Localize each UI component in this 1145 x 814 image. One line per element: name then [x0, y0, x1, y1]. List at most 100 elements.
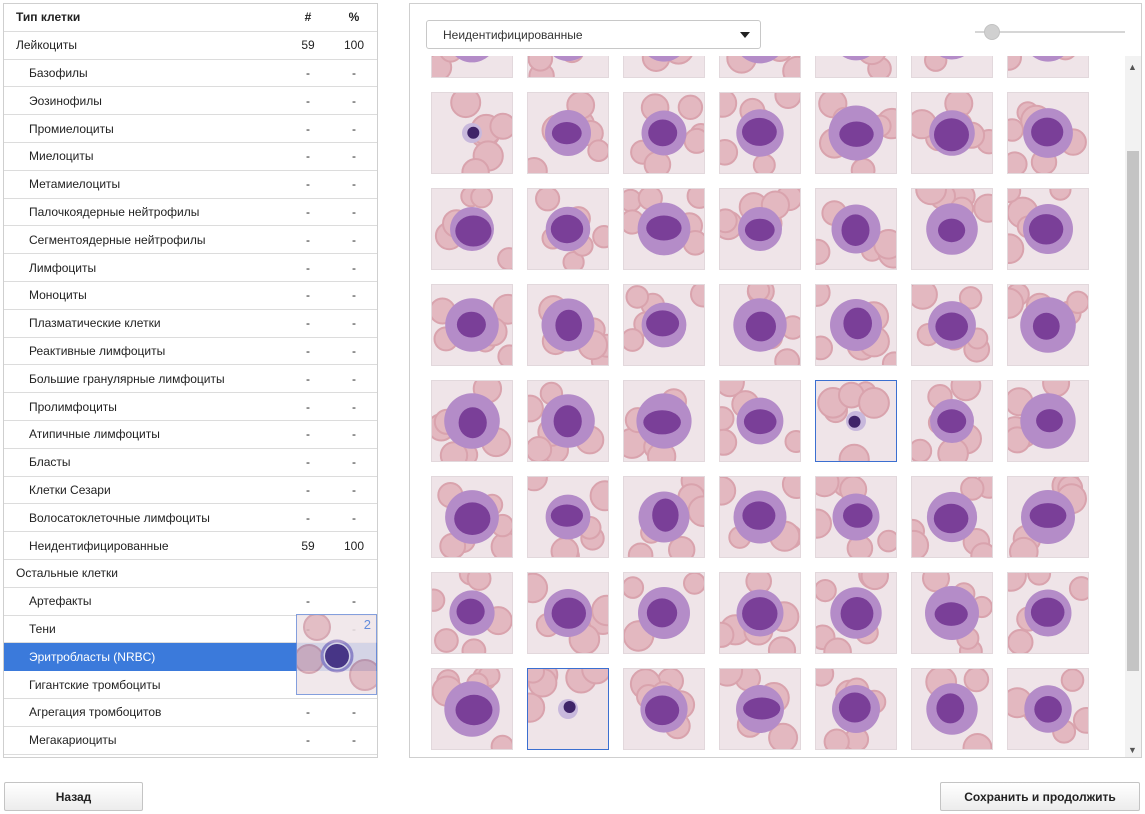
cell-thumbnail[interactable] — [911, 284, 993, 366]
table-row[interactable]: Реактивные лимфоциты - - — [4, 338, 377, 366]
table-row[interactable]: Бласты - - — [4, 449, 377, 477]
cell-thumbnail[interactable] — [1007, 188, 1089, 270]
cell-thumbnail[interactable] — [431, 668, 513, 750]
table-row[interactable]: Пролимфоциты - - — [4, 393, 377, 421]
cell-thumbnail[interactable] — [623, 668, 705, 750]
table-row[interactable]: Плазматические клетки - - — [4, 310, 377, 338]
cell-thumbnail[interactable] — [527, 572, 609, 654]
table-row[interactable]: Атипичные лимфоциты - - — [4, 421, 377, 449]
cell-thumbnail[interactable] — [815, 572, 897, 654]
cell-thumbnail[interactable] — [527, 284, 609, 366]
cell-thumbnail[interactable] — [911, 476, 993, 558]
cell-thumbnail[interactable] — [527, 92, 609, 174]
table-row[interactable]: Палочкоядерные нейтрофилы - - — [4, 199, 377, 227]
cell-thumbnail[interactable] — [815, 380, 897, 462]
cell-thumbnail[interactable] — [719, 476, 801, 558]
save-and-continue-button[interactable]: Сохранить и продолжить — [940, 782, 1140, 811]
gallery-scrollbar[interactable]: ▲ ▼ — [1125, 56, 1141, 757]
cell-thumbnail[interactable] — [623, 188, 705, 270]
row-count: - — [306, 510, 310, 525]
cell-thumbnail[interactable] — [719, 56, 801, 78]
cell-thumbnail[interactable] — [815, 476, 897, 558]
scroll-down-icon[interactable]: ▼ — [1128, 745, 1137, 755]
cell-thumbnail[interactable] — [1007, 284, 1089, 366]
cell-thumbnail[interactable] — [431, 92, 513, 174]
cell-thumbnail[interactable] — [1007, 572, 1089, 654]
cell-thumbnail[interactable] — [527, 380, 609, 462]
cell-thumbnail[interactable] — [623, 284, 705, 366]
cell-thumbnail[interactable] — [911, 92, 993, 174]
cell-thumbnail[interactable] — [719, 572, 801, 654]
cell-thumbnail[interactable] — [719, 188, 801, 270]
table-row[interactable]: Мегакариоциты - - — [4, 727, 377, 755]
table-row[interactable]: Неидентифицированные 59 100 — [4, 532, 377, 560]
table-row[interactable]: Миелоциты - - — [4, 143, 377, 171]
cell-thumbnail[interactable] — [719, 380, 801, 462]
cell-thumbnail[interactable] — [431, 572, 513, 654]
cell-thumbnail[interactable] — [623, 92, 705, 174]
zoom-slider[interactable] — [975, 24, 1125, 40]
row-percent: - — [352, 260, 356, 275]
cell-thumbnail[interactable] — [911, 668, 993, 750]
table-row[interactable]: Лейкоциты 59 100 — [4, 32, 377, 60]
cell-thumbnail[interactable] — [815, 92, 897, 174]
back-button[interactable]: Назад — [4, 782, 143, 811]
cell-thumbnail[interactable] — [719, 284, 801, 366]
cell-thumbnail[interactable] — [719, 668, 801, 750]
table-row[interactable]: Большие гранулярные лимфоциты - - — [4, 365, 377, 394]
cell-thumbnail[interactable] — [623, 56, 705, 78]
row-percent: - — [352, 149, 356, 164]
cell-thumbnail[interactable] — [623, 476, 705, 558]
table-row[interactable]: Моноциты - - — [4, 282, 377, 310]
cell-thumbnail[interactable] — [623, 380, 705, 462]
cell-image — [528, 93, 608, 173]
scroll-up-icon[interactable]: ▲ — [1128, 62, 1137, 72]
cell-thumbnail[interactable] — [815, 668, 897, 750]
table-row[interactable]: Метамиелоциты - - — [4, 171, 377, 199]
zoom-slider-thumb[interactable] — [984, 24, 1000, 40]
cell-thumbnail[interactable] — [911, 56, 993, 78]
cell-thumbnail[interactable] — [527, 188, 609, 270]
cell-thumbnail[interactable] — [815, 56, 897, 78]
table-row[interactable]: Базофилы - - — [4, 60, 377, 88]
scrollbar-thumb[interactable] — [1127, 151, 1139, 671]
cell-thumbnail[interactable] — [1007, 668, 1089, 750]
header-cell-type: Тип клетки — [16, 10, 81, 25]
cell-thumbnail[interactable] — [815, 284, 897, 366]
row-count: - — [306, 93, 310, 108]
cell-thumbnail[interactable] — [1007, 476, 1089, 558]
cell-thumbnail[interactable] — [431, 380, 513, 462]
cell-thumbnail[interactable] — [815, 188, 897, 270]
cell-image — [432, 189, 512, 269]
cell-thumbnail[interactable] — [1007, 56, 1089, 78]
table-row[interactable]: Остальные клетки — [4, 560, 377, 588]
cell-image — [528, 477, 608, 557]
table-row[interactable]: Эозинофилы - - — [4, 87, 377, 116]
cell-thumbnail[interactable] — [1007, 92, 1089, 174]
cell-thumbnail[interactable] — [527, 476, 609, 558]
cell-thumbnail[interactable] — [527, 668, 609, 750]
table-row[interactable]: Волосатоклеточные лимфоциты - - — [4, 504, 377, 533]
table-row[interactable]: Промиелоциты - - — [4, 115, 377, 143]
cell-class-dropdown[interactable]: Неидентифицированные — [426, 20, 761, 49]
table-row[interactable]: Артефакты - - — [4, 588, 377, 616]
cell-thumbnail[interactable] — [719, 92, 801, 174]
table-row[interactable]: Сегментоядерные нейтрофилы - - — [4, 226, 377, 255]
table-row[interactable]: Клетки Сезари - - — [4, 477, 377, 505]
cell-thumbnail[interactable] — [431, 188, 513, 270]
row-count: - — [306, 594, 310, 609]
cell-thumbnail[interactable] — [623, 572, 705, 654]
table-row[interactable]: Агрегация тромбоцитов - - — [4, 699, 377, 727]
cell-thumbnail[interactable] — [431, 284, 513, 366]
cell-thumbnail[interactable] — [911, 380, 993, 462]
row-percent: - — [352, 65, 356, 80]
table-row[interactable]: Лимфоциты - - — [4, 254, 377, 282]
cell-thumbnail[interactable] — [911, 572, 993, 654]
cell-image — [432, 381, 512, 461]
cell-thumbnail[interactable] — [1007, 380, 1089, 462]
cell-image — [624, 285, 704, 365]
cell-thumbnail[interactable] — [527, 56, 609, 78]
cell-thumbnail[interactable] — [431, 476, 513, 558]
cell-thumbnail[interactable] — [911, 188, 993, 270]
cell-thumbnail[interactable] — [431, 56, 513, 78]
